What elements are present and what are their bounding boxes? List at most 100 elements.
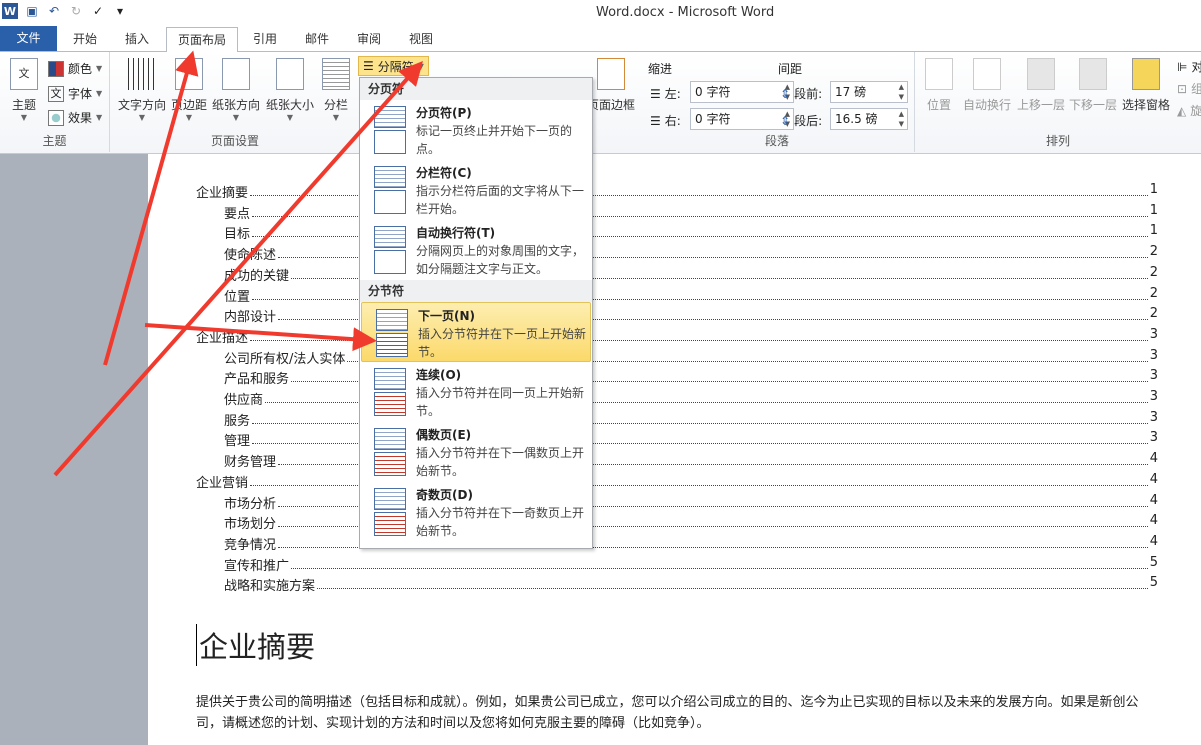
menu-item-next-page[interactable]: 下一页(N) 插入分节符并在下一页上开始新节。	[361, 302, 591, 362]
word-logo-icon[interactable]: W	[2, 3, 18, 19]
document-page[interactable]: 企业摘要 1 要点 1 目标 1 使命陈述 2 成功的关键 2 位置 2 内部设计 2 企业描述 3 公司所有权…	[148, 154, 1201, 745]
wrap-text-button[interactable]: 自动换行	[961, 58, 1013, 113]
toc-entry-title: 市场划分	[224, 513, 279, 534]
toc-entry-title: 目标	[224, 223, 253, 244]
size-button[interactable]: 纸张大小 ▼	[264, 58, 316, 122]
indent-right-input[interactable]: 0 字符 ▲ ▼	[690, 108, 794, 130]
customize-qat-icon[interactable]: ▾	[112, 3, 128, 19]
menu-item-page-break[interactable]: 分页符(P) 标记一页终止并开始下一页的点。	[360, 100, 592, 160]
title-bar: W ▣ ↶ ↻ ✓ ▾ Word.docx - Microsoft Word	[0, 0, 1201, 25]
toc-entry[interactable]: 企业摘要 1	[196, 182, 1158, 202]
toc-page-number: 1	[1149, 223, 1158, 239]
text-wrapping-break-icon	[360, 220, 416, 280]
tab-mailings[interactable]: 邮件	[296, 27, 338, 52]
send-backward-button[interactable]: 下移一层	[1067, 58, 1119, 113]
toc-entry[interactable]: 企业描述 3	[196, 326, 1158, 347]
bring-forward-icon	[1027, 58, 1055, 90]
toc-leader	[317, 575, 1148, 590]
page-break-icon	[360, 100, 416, 160]
position-button[interactable]: 位置	[923, 58, 955, 113]
effects-button[interactable]: 效果 ▼	[48, 109, 102, 126]
tab-review[interactable]: 审阅	[348, 27, 390, 52]
tab-home[interactable]: 开始	[62, 27, 108, 52]
align-button[interactable]: ⊫ 对	[1177, 58, 1201, 75]
toc-entry[interactable]: 战略和实施方案 5	[224, 575, 1158, 596]
spinner-icon[interactable]: ▲ ▼	[899, 82, 904, 102]
group-button[interactable]: ⊡ 组	[1177, 80, 1201, 97]
toc-page-number: 1	[1149, 182, 1158, 197]
redo-icon[interactable]: ↻	[68, 3, 84, 19]
column-break-icon	[360, 160, 416, 220]
tab-page-layout[interactable]: 页面布局	[166, 27, 238, 54]
columns-icon	[322, 58, 350, 90]
margins-icon	[175, 58, 203, 90]
toc-entry-title: 战略和实施方案	[224, 575, 318, 596]
toc-leader	[291, 555, 1148, 569]
tab-file[interactable]: 文件	[0, 26, 57, 51]
toc-entry-title: 要点	[224, 202, 253, 223]
toc-entry[interactable]: 宣传和推广 5	[224, 554, 1158, 575]
section-breaks-header: 分节符	[360, 280, 592, 302]
tab-references[interactable]: 引用	[244, 27, 286, 52]
toc-entry-title: 企业营销	[196, 471, 251, 492]
quick-access-toolbar: W ▣ ↶ ↻ ✓ ▾	[2, 3, 128, 19]
margins-button[interactable]: 页边距 ▼	[170, 58, 208, 122]
colors-icon	[48, 60, 64, 77]
themes-icon: 文	[10, 58, 38, 90]
toc-entry-title: 宣传和推广	[224, 554, 292, 575]
colors-button[interactable]: 颜色 ▼	[48, 60, 102, 77]
menu-item-column-break[interactable]: 分栏符(C) 指示分栏符后面的文字将从下一栏开始。	[360, 160, 592, 220]
toc-entry-title: 供应商	[224, 389, 266, 409]
indent-left-input[interactable]: 0 字符 ▲ ▼	[690, 81, 794, 103]
text-direction-button[interactable]: 文字方向 ▼	[116, 58, 168, 122]
spacing-before-input[interactable]: 17 磅 ▲ ▼	[830, 81, 908, 103]
fonts-icon: 文	[48, 85, 64, 102]
size-icon	[276, 58, 304, 90]
spinner-icon[interactable]: ▲ ▼	[899, 109, 904, 129]
toc-page-number: 4	[1149, 471, 1158, 487]
send-backward-icon	[1079, 58, 1107, 90]
spacing-after-input[interactable]: 16.5 磅 ▲ ▼	[830, 108, 908, 130]
orientation-button[interactable]: 纸张方向 ▼	[210, 58, 262, 122]
menu-item-odd-page[interactable]: 奇数页(D) 插入分节符并在下一奇数页上开始新节。	[360, 482, 592, 542]
themes-button[interactable]: 文 主题 ▼	[6, 58, 42, 122]
undo-icon[interactable]: ↶	[46, 3, 62, 19]
save-icon[interactable]: ▣	[24, 3, 40, 19]
menu-item-description: 插入分节符并在下一页上开始新节。	[418, 327, 587, 359]
toc-page-number: 4	[1149, 533, 1158, 549]
toc-page-number: 2	[1149, 264, 1158, 280]
toc-page-number: 4	[1149, 513, 1158, 529]
toc-page-number: 4	[1149, 451, 1158, 467]
toc-entry-title: 使命陈述	[224, 244, 279, 265]
menu-item-description: 标记一页终止并开始下一页的点。	[416, 124, 573, 156]
selection-pane-button[interactable]: 选择窗格	[1120, 58, 1172, 113]
toc-entry-title: 管理	[224, 430, 253, 451]
align-icon: ⊫	[1177, 59, 1188, 74]
theme-group: 文 主题 ▼ 颜色 ▼ 文字体 ▼ 效果 ▼ 主题	[0, 52, 110, 152]
ribbon: 文 主题 ▼ 颜色 ▼ 文字体 ▼ 效果 ▼ 主题 文字方向 ▼ 页边距 ▼ 纸张方向 ▼ 纸…	[0, 52, 1201, 154]
tab-insert[interactable]: 插入	[114, 27, 160, 52]
toc-entry[interactable]: 企业营销 4	[196, 471, 1158, 492]
toc-page-number: 2	[1149, 244, 1158, 260]
fonts-button[interactable]: 文字体 ▼	[48, 85, 102, 102]
breaks-dropdown-menu: 分页符 分页符(P) 标记一页终止并开始下一页的点。 分栏符(C) 指示分栏符后面的文…	[359, 77, 593, 549]
breaks-button[interactable]: ☰ 分隔符 ▼	[358, 56, 429, 76]
breaks-icon: ☰	[363, 59, 374, 73]
toc-entry-title: 市场分析	[224, 492, 279, 513]
rotate-button[interactable]: ◭ 旋	[1177, 102, 1201, 119]
bring-forward-button[interactable]: 上移一层	[1015, 58, 1067, 113]
columns-button[interactable]: 分栏 ▼	[320, 58, 352, 122]
menu-item-text-wrapping-break[interactable]: 自动换行符(T) 分隔网页上的对象周围的文字，如分隔题注文字与正文。	[360, 220, 592, 280]
toc-page-number: 5	[1149, 575, 1158, 591]
menu-item-continuous[interactable]: 连续(O) 插入分节符并在同一页上开始新节。	[360, 362, 592, 422]
indent-right-icon: ☰	[650, 113, 661, 128]
ribbon-tabs: 文件 开始 插入 页面布局 引用 邮件 审阅 视图	[0, 25, 1201, 54]
toc-entry-title: 财务管理	[224, 451, 279, 472]
spelling-icon[interactable]: ✓	[90, 3, 106, 19]
tab-view[interactable]: 视图	[400, 27, 442, 52]
menu-item-even-page[interactable]: 偶数页(E) 插入分节符并在下一偶数页上开始新节。	[360, 422, 592, 482]
toc-page-number: 2	[1149, 285, 1158, 301]
toc-entry-title: 公司所有权/法人实体	[224, 347, 348, 368]
menu-item-description: 插入分节符并在下一奇数页上开始新节。	[416, 506, 585, 538]
rotate-icon: ◭	[1177, 103, 1187, 118]
